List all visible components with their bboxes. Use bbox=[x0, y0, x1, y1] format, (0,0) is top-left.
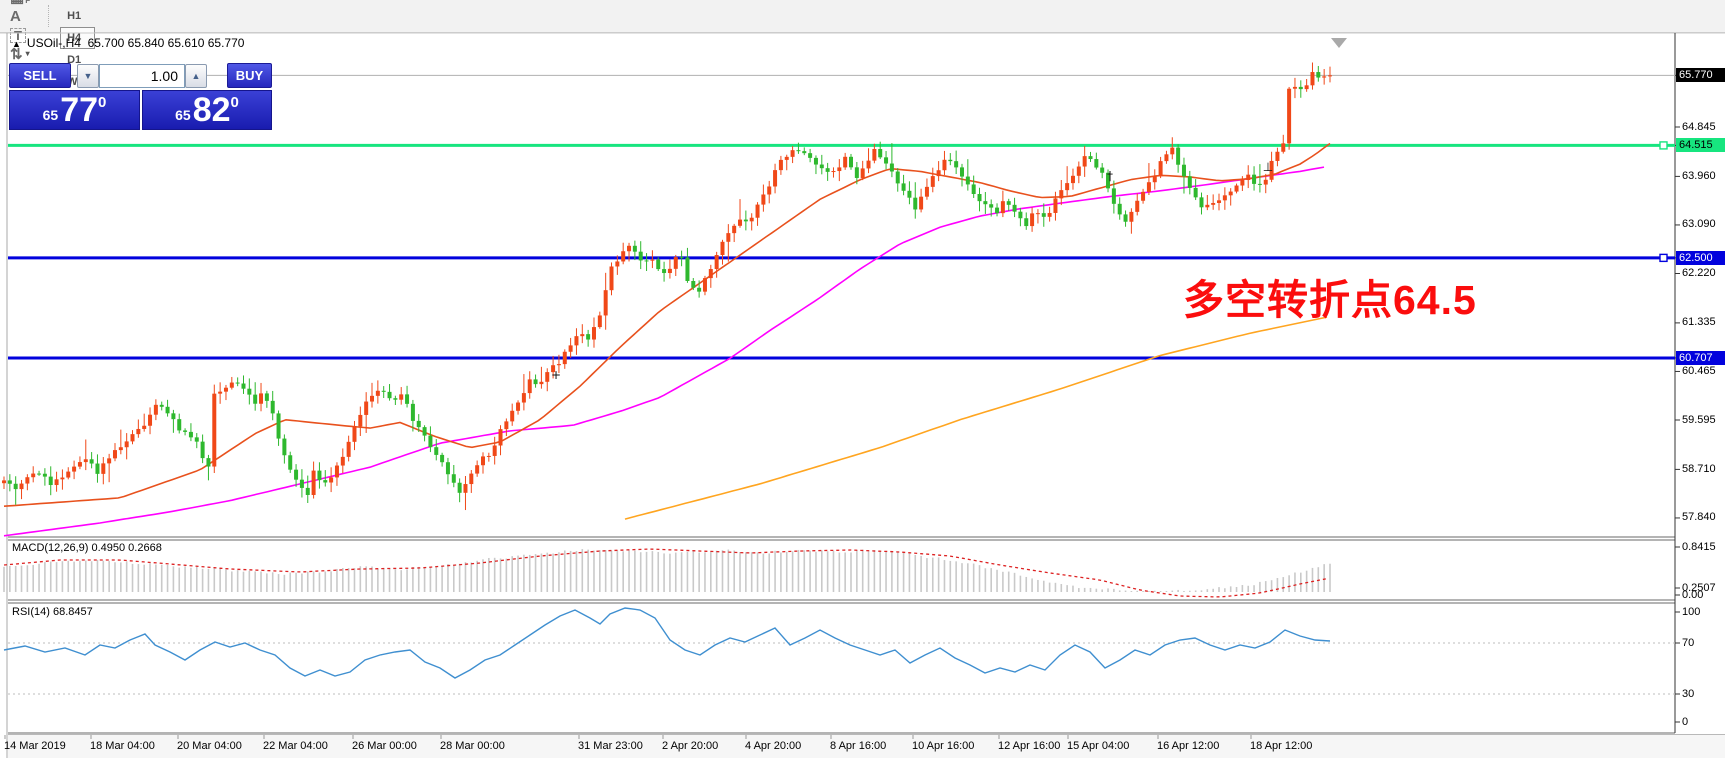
one-click-trading-panel: SELL ▼ ▲ BUY 65 77 0 65 82 0 bbox=[8, 57, 272, 130]
rsi-pane bbox=[4, 608, 1675, 694]
date-axis-label[interactable]: 10 Apr 16:00 bbox=[912, 740, 974, 752]
price-tick-label: 63.960 bbox=[1682, 170, 1716, 183]
ohlc-values: 65.700 65.840 65.610 65.770 bbox=[88, 36, 245, 50]
axis-ticks bbox=[5, 75, 1680, 739]
price-tick-label: 63.090 bbox=[1682, 218, 1716, 231]
rsi-tick-label: 70 bbox=[1682, 637, 1694, 650]
trade-marker-icon: + bbox=[551, 368, 561, 382]
date-axis-label[interactable]: 18 Apr 12:00 bbox=[1250, 740, 1312, 752]
date-axis-label[interactable]: 4 Apr 20:00 bbox=[745, 740, 801, 752]
hline-handle[interactable] bbox=[1660, 254, 1667, 261]
date-axis-label[interactable]: 28 Mar 00:00 bbox=[440, 740, 505, 752]
macd-indicator-label: MACD(12,26,9) 0.4950 0.2668 bbox=[12, 542, 162, 554]
buy-price-display[interactable]: 65 82 0 bbox=[142, 90, 272, 130]
date-axis-label[interactable]: 16 Apr 12:00 bbox=[1157, 740, 1219, 752]
trade-marker-icon: ⊥ bbox=[1263, 160, 1273, 174]
rsi-tick-label: 30 bbox=[1682, 688, 1694, 701]
rsi-tick-label: 100 bbox=[1682, 606, 1700, 619]
price-tick-label: 61.335 bbox=[1682, 316, 1716, 329]
date-axis-label[interactable]: 26 Mar 00:00 bbox=[352, 740, 417, 752]
date-axis-label[interactable]: 15 Apr 04:00 bbox=[1067, 740, 1129, 752]
trade-marker-icon: † bbox=[1107, 169, 1113, 183]
volume-decrease-button[interactable]: ▼ bbox=[77, 64, 99, 88]
buy-button[interactable]: BUY bbox=[227, 63, 272, 88]
price-tick-label: 59.595 bbox=[1682, 414, 1716, 427]
sell-price-prefix: 65 bbox=[43, 107, 59, 123]
macd-pane bbox=[4, 549, 1330, 597]
sell-button[interactable]: SELL bbox=[9, 63, 71, 88]
symbol-period-label: USOil-,H4 bbox=[27, 36, 81, 50]
date-axis-label[interactable]: 18 Mar 04:00 bbox=[90, 740, 155, 752]
price-tick-label: 60.465 bbox=[1682, 365, 1716, 378]
spinner-up-icon: ▲ bbox=[192, 71, 201, 81]
sell-price-big: 77 bbox=[60, 93, 98, 127]
date-axis-label[interactable]: 22 Mar 04:00 bbox=[263, 740, 328, 752]
rsi-indicator-label: RSI(14) 68.8457 bbox=[12, 606, 93, 618]
rsi-tick-label: 0 bbox=[1682, 716, 1688, 729]
volume-input[interactable] bbox=[99, 64, 185, 88]
price-line-badge: 65.770 bbox=[1676, 68, 1725, 82]
date-axis-label[interactable]: 8 Apr 16:00 bbox=[830, 740, 886, 752]
buy-price-sup: 0 bbox=[231, 94, 239, 111]
buy-price-big: 82 bbox=[193, 93, 231, 127]
date-axis-label[interactable]: 20 Mar 04:00 bbox=[177, 740, 242, 752]
price-tick-label: 62.220 bbox=[1682, 267, 1716, 280]
sell-price-display[interactable]: 65 77 0 bbox=[9, 90, 140, 130]
price-line-badge: 62.500 bbox=[1676, 251, 1725, 265]
date-axis-label[interactable]: 2 Apr 20:00 bbox=[662, 740, 718, 752]
chart-title: ▲ USOil-,H4 65.700 65.840 65.610 65.770 bbox=[12, 36, 244, 50]
spinner-down-icon: ▼ bbox=[84, 71, 93, 81]
price-line-badge: 60.707 bbox=[1676, 351, 1725, 365]
macd-tick-label: 0.00 bbox=[1682, 589, 1703, 602]
date-axis-label[interactable]: 14 Mar 2019 bbox=[4, 740, 66, 752]
price-tick-label: 57.840 bbox=[1682, 511, 1716, 524]
buy-price-prefix: 65 bbox=[175, 107, 191, 123]
chart-shift-marker-icon[interactable] bbox=[1331, 38, 1347, 48]
collapse-panel-icon[interactable]: ▲ bbox=[12, 39, 21, 49]
trend-annotation[interactable]: 多空转折点64.5 bbox=[1183, 266, 1477, 326]
macd-tick-label: 0.8415 bbox=[1682, 541, 1716, 554]
date-axis-label[interactable]: 12 Apr 16:00 bbox=[998, 740, 1060, 752]
trade-markers: + † ⊥ bbox=[551, 160, 1273, 382]
ma-slow-line bbox=[625, 317, 1327, 519]
sell-price-sup: 0 bbox=[98, 94, 106, 111]
price-tick-label: 58.710 bbox=[1682, 463, 1716, 476]
hline-handle[interactable] bbox=[1660, 142, 1667, 149]
price-tick-label: 64.845 bbox=[1682, 121, 1716, 134]
volume-increase-button[interactable]: ▲ bbox=[185, 64, 207, 88]
price-line-badge: 64.515 bbox=[1676, 138, 1725, 152]
date-axis-label[interactable]: 31 Mar 23:00 bbox=[578, 740, 643, 752]
